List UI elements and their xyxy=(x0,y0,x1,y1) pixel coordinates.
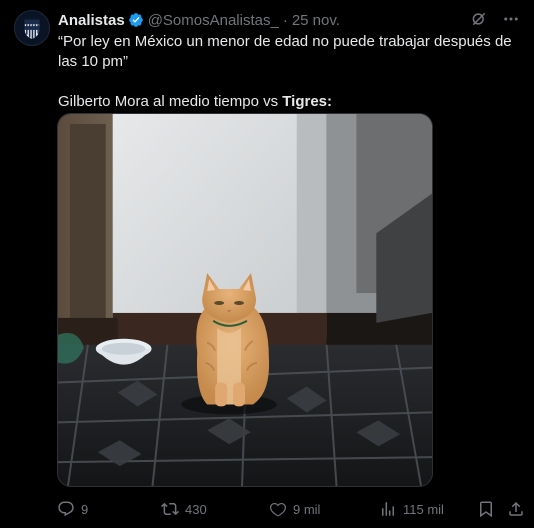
heart-icon xyxy=(269,502,287,517)
tweet-header: Analistas @SomosAnalistas_ · 25 nov. xyxy=(58,10,520,30)
tweet-actions: 9 430 9 mil 115 mil xyxy=(57,500,527,520)
reply-icon xyxy=(58,501,74,517)
share-button[interactable] xyxy=(507,500,525,518)
grok-icon[interactable] xyxy=(470,10,488,28)
club-crest-icon xyxy=(15,11,49,45)
repost-icon xyxy=(161,502,179,516)
tweet-text-line2-bold: Tigres: xyxy=(282,93,333,110)
reply-count: 9 xyxy=(81,501,89,517)
bookmark-button[interactable] xyxy=(477,500,495,518)
tweet-text-line1: “Por ley en México un menor de edad no p… xyxy=(58,33,512,70)
verified-badge-icon xyxy=(128,12,144,28)
repost-button[interactable]: 430 xyxy=(161,500,207,518)
tweet-media[interactable] xyxy=(57,113,433,487)
views-chart-icon xyxy=(382,502,394,516)
tweet-text-line2-prefix: Gilberto Mora al medio tiempo vs xyxy=(58,93,283,110)
views-count: 115 mil xyxy=(403,501,444,517)
handle[interactable]: @SomosAnalistas_ xyxy=(148,12,279,29)
like-button[interactable]: 9 mil xyxy=(269,500,320,518)
separator-dot: · xyxy=(282,11,288,29)
tweet-text-line2: Gilberto Mora al medio tiempo vs Tigres: xyxy=(58,92,520,112)
more-icon[interactable] xyxy=(502,10,520,28)
timestamp[interactable]: 25 nov. xyxy=(292,12,340,29)
reply-button[interactable]: 9 xyxy=(57,500,88,518)
avatar[interactable] xyxy=(14,10,50,46)
cat-photo xyxy=(58,114,432,486)
bookmark-icon xyxy=(480,501,492,518)
tweet-text: “Por ley en México un menor de edad no p… xyxy=(58,32,520,112)
header-actions xyxy=(470,10,520,28)
display-name[interactable]: Analistas xyxy=(58,12,125,29)
share-icon xyxy=(509,501,523,516)
tweet[interactable]: Analistas @SomosAnalistas_ · 25 nov. “Po… xyxy=(0,0,534,528)
like-count: 9 mil xyxy=(293,501,321,517)
views-button[interactable]: 115 mil xyxy=(379,500,444,518)
repost-count: 430 xyxy=(185,501,207,517)
